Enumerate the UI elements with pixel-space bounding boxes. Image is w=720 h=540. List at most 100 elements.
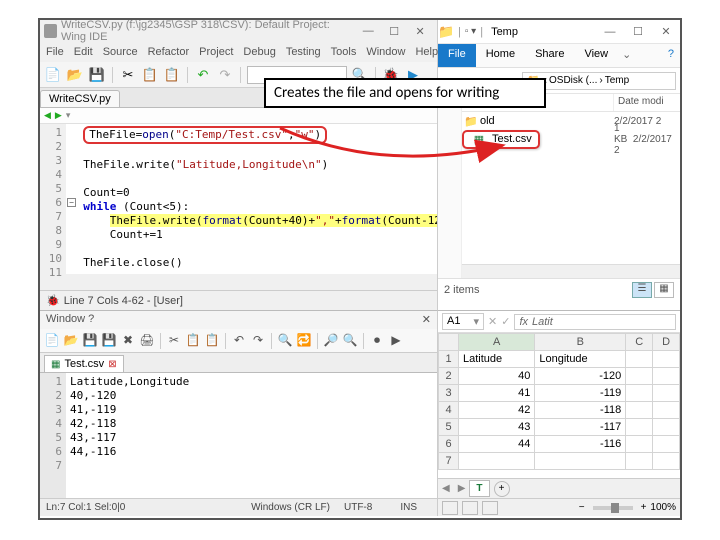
horizontal-scrollbar[interactable] [462, 264, 680, 278]
menu-source[interactable]: Source [103, 46, 138, 58]
paste-icon[interactable]: 📋 [163, 66, 181, 84]
menu-refactor[interactable]: Refactor [148, 46, 190, 58]
line-gutter: 1234567891011 [40, 124, 66, 274]
nav-back-icon[interactable]: ◀ [44, 110, 51, 121]
menu-debug[interactable]: Debug [243, 46, 275, 58]
new-icon[interactable]: 📄 [44, 333, 60, 349]
encoding: UTF-8 [344, 502, 372, 513]
fold-icon[interactable]: − [67, 198, 76, 207]
explorer-file-list[interactable]: Name Date modi 📁 old 2/2/2017 2 ▦ Test.c… [462, 94, 680, 278]
name-box[interactable]: A1 ▾ [442, 313, 484, 330]
sheet-nav-left-icon[interactable]: ◀ [438, 483, 454, 494]
minimize-button[interactable]: — [596, 26, 624, 38]
spreadsheet-grid[interactable]: ABCD 1LatitudeLongitude 240-120 341-119 … [438, 333, 680, 478]
text-editor-toolbar: 📄 📂 💾 💾 ✖ 🖨 ✂ 📋 📋 ↶ ↷ 🔍 🔁 🔎 🔍 ⏺ ▶ [40, 329, 437, 353]
details-view-button[interactable]: ☰ [632, 282, 652, 298]
undo-icon[interactable]: ↶ [231, 333, 247, 349]
paste-icon[interactable]: 📋 [204, 333, 220, 349]
explorer-tree-pane[interactable] [438, 94, 462, 278]
add-sheet-button[interactable]: + [494, 481, 510, 497]
tab-view[interactable]: View [574, 44, 618, 67]
record-icon[interactable]: ⏺ [369, 333, 385, 349]
menu-project[interactable]: Project [199, 46, 233, 58]
fx-accept-icon[interactable]: ✓ [501, 315, 510, 328]
close-tab-icon[interactable]: ⊠ [108, 359, 116, 370]
tab-share[interactable]: Share [525, 44, 574, 67]
grid-row: 341-119 [439, 385, 680, 402]
cut-icon[interactable]: ✂ [119, 66, 137, 84]
nav-dropdown-icon[interactable]: ▾ [66, 110, 71, 121]
zoom-in-icon[interactable]: 🔎 [323, 333, 339, 349]
sheet-tab[interactable]: T [469, 480, 489, 497]
grid-row: 7 [439, 453, 680, 470]
icons-view-button[interactable]: ▦ [654, 282, 674, 298]
editor-tab[interactable]: WriteCSV.py [40, 90, 120, 107]
print-icon[interactable]: 🖨 [139, 333, 155, 349]
fx-cancel-icon[interactable]: ✕ [488, 315, 497, 328]
nav-fwd-icon[interactable]: ▶ [55, 110, 62, 121]
code-editor[interactable]: 1234567891011 TheFile=open("C:Temp/Test.… [40, 124, 437, 274]
ide-title: WriteCSV.py (f:\jg2345\GSP 318\CSV): Def… [61, 19, 355, 43]
grid-row: 240-120 [439, 368, 680, 385]
column-date[interactable]: Date modi [614, 94, 680, 111]
tab-home[interactable]: Home [476, 44, 525, 67]
copy-icon[interactable]: 📋 [141, 66, 159, 84]
sheet-nav-right-icon[interactable]: ▶ [454, 483, 470, 494]
file-row-csv[interactable]: ▦ Test.csv 1 KB 2/2/2017 2 [462, 130, 680, 148]
qat-dropdown-icon[interactable]: ▫ ▾ [465, 26, 476, 37]
normal-view-button[interactable] [442, 501, 458, 515]
tab-file[interactable]: File [438, 44, 476, 67]
copy-icon[interactable]: 📋 [185, 333, 201, 349]
help-icon[interactable]: ? [662, 44, 680, 67]
cursor-pos: Ln:7 Col:1 Sel:0|0 [46, 502, 125, 513]
close-panel-button[interactable]: ✕ [422, 313, 431, 327]
redo-icon[interactable]: ↷ [216, 66, 234, 84]
new-file-icon[interactable]: 📄 [44, 66, 62, 84]
text-editor-title: Window ? [46, 313, 94, 327]
minimize-button[interactable]: — [355, 25, 381, 37]
play-icon[interactable]: ▶ [388, 333, 404, 349]
ribbon-expand-icon[interactable]: ⌄ [618, 44, 635, 67]
ide-titlebar: WriteCSV.py (f:\jg2345\GSP 318\CSV): Def… [40, 20, 437, 42]
excel-formula-bar: A1 ▾ ✕ ✓ fx Latit [438, 311, 680, 333]
zoom-level[interactable]: 100% [650, 502, 676, 513]
menu-testing[interactable]: Testing [286, 46, 321, 58]
save-icon[interactable]: 💾 [82, 333, 98, 349]
cut-icon[interactable]: ✂ [166, 333, 182, 349]
line-gutter: 1234567 [40, 373, 66, 498]
page-layout-button[interactable] [462, 501, 478, 515]
maximize-button[interactable]: ☐ [624, 25, 652, 38]
annotation-callout: Creates the file and opens for writing [264, 78, 546, 108]
menu-tools[interactable]: Tools [331, 46, 357, 58]
menu-help[interactable]: Help [415, 46, 438, 58]
close-button[interactable]: ✕ [652, 25, 680, 38]
code-content[interactable]: TheFile=open("C:Temp/Test.csv","w") TheF… [66, 124, 437, 274]
close-button[interactable]: ✕ [407, 25, 433, 38]
redo-icon[interactable]: ↷ [250, 333, 266, 349]
zoom-out-button[interactable]: − [579, 502, 585, 513]
text-editor-statusbar: Ln:7 Col:1 Sel:0|0 Windows (CR LF) UTF-8… [40, 498, 437, 516]
undo-icon[interactable]: ↶ [194, 66, 212, 84]
text-editor-body[interactable]: 1234567 Latitude,Longitude 40,-120 41,-1… [40, 373, 437, 498]
zoom-in-button[interactable]: + [641, 502, 647, 513]
save-icon[interactable]: 💾 [88, 66, 106, 84]
open-folder-icon[interactable]: 📂 [66, 66, 84, 84]
find-icon[interactable]: 🔍 [277, 333, 293, 349]
replace-icon[interactable]: 🔁 [296, 333, 312, 349]
text-content[interactable]: Latitude,Longitude 40,-120 41,-119 42,-1… [66, 373, 437, 498]
open-icon[interactable]: 📂 [63, 333, 79, 349]
close-icon[interactable]: ✖ [120, 333, 136, 349]
text-editor-window: Window ? ✕ 📄 📂 💾 💾 ✖ 🖨 ✂ 📋 📋 ↶ ↷ 🔍 🔁 🔎 🔍 [40, 310, 438, 516]
menu-file[interactable]: File [46, 46, 64, 58]
page-break-button[interactable] [482, 501, 498, 515]
menu-window[interactable]: Window [366, 46, 405, 58]
zoom-slider[interactable] [593, 506, 633, 510]
maximize-button[interactable]: ☐ [381, 25, 407, 38]
menu-edit[interactable]: Edit [74, 46, 93, 58]
explorer-ribbon: File Home Share View ⌄ ? [438, 44, 680, 68]
text-editor-tab[interactable]: ▦ Test.csv ⊠ [44, 355, 124, 372]
folder-icon: 📁 [438, 24, 454, 40]
formula-input[interactable]: fx Latit [514, 314, 676, 330]
saveall-icon[interactable]: 💾 [101, 333, 117, 349]
zoom-out-icon[interactable]: 🔍 [342, 333, 358, 349]
